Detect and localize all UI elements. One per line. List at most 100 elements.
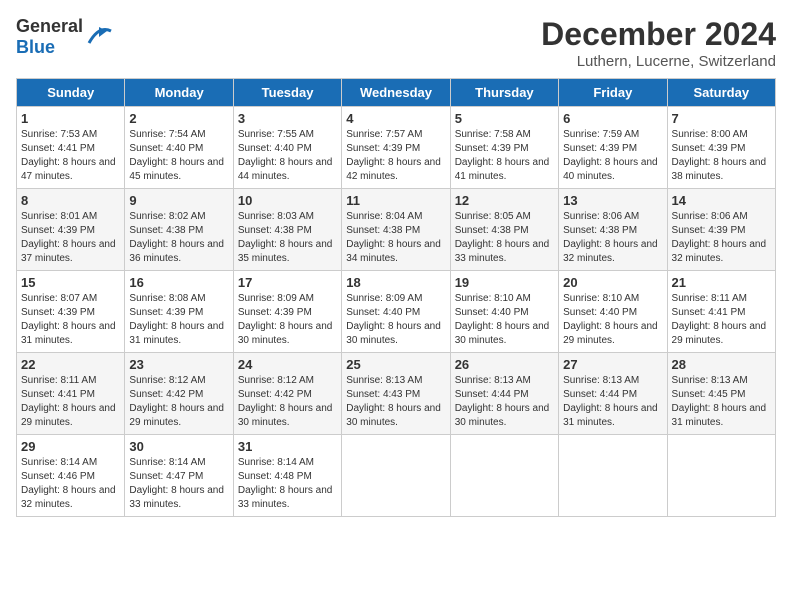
sunrise-label: Sunrise: 8:06 AM [672, 211, 748, 222]
sunrise-label: Sunrise: 8:13 AM [563, 375, 639, 386]
day-cell: 5 Sunrise: 7:58 AM Sunset: 4:39 PM Dayli… [450, 107, 558, 189]
sunset-label: Sunset: 4:39 PM [346, 143, 420, 154]
day-cell: 14 Sunrise: 8:06 AM Sunset: 4:39 PM Dayl… [667, 189, 775, 271]
daylight-label: Daylight: 8 hours and 30 minutes. [455, 321, 550, 346]
day-number: 20 [563, 275, 662, 290]
day-cell [342, 435, 450, 517]
day-cell: 4 Sunrise: 7:57 AM Sunset: 4:39 PM Dayli… [342, 107, 450, 189]
sunrise-label: Sunrise: 8:14 AM [238, 457, 314, 468]
sunrise-label: Sunrise: 8:07 AM [21, 293, 97, 304]
sunrise-label: Sunrise: 8:09 AM [346, 293, 422, 304]
col-friday: Friday [559, 79, 667, 107]
logo-text: General Blue [16, 16, 83, 58]
sunset-label: Sunset: 4:44 PM [563, 389, 637, 400]
day-cell: 8 Sunrise: 8:01 AM Sunset: 4:39 PM Dayli… [17, 189, 125, 271]
day-info: Sunrise: 8:08 AM Sunset: 4:39 PM Dayligh… [129, 292, 228, 348]
sunset-label: Sunset: 4:40 PM [455, 307, 529, 318]
day-cell: 15 Sunrise: 8:07 AM Sunset: 4:39 PM Dayl… [17, 271, 125, 353]
week-row-3: 15 Sunrise: 8:07 AM Sunset: 4:39 PM Dayl… [17, 271, 776, 353]
day-number: 21 [672, 275, 771, 290]
sunset-label: Sunset: 4:44 PM [455, 389, 529, 400]
day-info: Sunrise: 8:10 AM Sunset: 4:40 PM Dayligh… [563, 292, 662, 348]
day-number: 19 [455, 275, 554, 290]
day-number: 23 [129, 357, 228, 372]
sunrise-label: Sunrise: 8:10 AM [563, 293, 639, 304]
day-cell: 22 Sunrise: 8:11 AM Sunset: 4:41 PM Dayl… [17, 353, 125, 435]
day-info: Sunrise: 7:54 AM Sunset: 4:40 PM Dayligh… [129, 128, 228, 184]
day-number: 8 [21, 193, 120, 208]
col-wednesday: Wednesday [342, 79, 450, 107]
day-info: Sunrise: 7:59 AM Sunset: 4:39 PM Dayligh… [563, 128, 662, 184]
sunrise-label: Sunrise: 8:13 AM [672, 375, 748, 386]
day-number: 9 [129, 193, 228, 208]
day-cell: 7 Sunrise: 8:00 AM Sunset: 4:39 PM Dayli… [667, 107, 775, 189]
day-number: 7 [672, 111, 771, 126]
day-number: 3 [238, 111, 337, 126]
daylight-label: Daylight: 8 hours and 31 minutes. [129, 321, 224, 346]
day-cell: 29 Sunrise: 8:14 AM Sunset: 4:46 PM Dayl… [17, 435, 125, 517]
day-number: 22 [21, 357, 120, 372]
sunrise-label: Sunrise: 7:55 AM [238, 129, 314, 140]
logo-general: General [16, 16, 83, 36]
sunset-label: Sunset: 4:38 PM [346, 225, 420, 236]
day-cell [667, 435, 775, 517]
day-cell [450, 435, 558, 517]
daylight-label: Daylight: 8 hours and 31 minutes. [563, 403, 658, 428]
day-cell: 30 Sunrise: 8:14 AM Sunset: 4:47 PM Dayl… [125, 435, 233, 517]
sunrise-label: Sunrise: 7:58 AM [455, 129, 531, 140]
daylight-label: Daylight: 8 hours and 47 minutes. [21, 157, 116, 182]
day-info: Sunrise: 7:53 AM Sunset: 4:41 PM Dayligh… [21, 128, 120, 184]
day-cell: 9 Sunrise: 8:02 AM Sunset: 4:38 PM Dayli… [125, 189, 233, 271]
day-cell: 23 Sunrise: 8:12 AM Sunset: 4:42 PM Dayl… [125, 353, 233, 435]
day-number: 28 [672, 357, 771, 372]
sunset-label: Sunset: 4:42 PM [129, 389, 203, 400]
sunset-label: Sunset: 4:38 PM [563, 225, 637, 236]
sunrise-label: Sunrise: 8:14 AM [129, 457, 205, 468]
day-info: Sunrise: 8:14 AM Sunset: 4:48 PM Dayligh… [238, 456, 337, 512]
logo: General Blue [16, 16, 113, 58]
daylight-label: Daylight: 8 hours and 36 minutes. [129, 239, 224, 264]
day-cell: 26 Sunrise: 8:13 AM Sunset: 4:44 PM Dayl… [450, 353, 558, 435]
daylight-label: Daylight: 8 hours and 30 minutes. [455, 403, 550, 428]
day-cell: 27 Sunrise: 8:13 AM Sunset: 4:44 PM Dayl… [559, 353, 667, 435]
sunrise-label: Sunrise: 8:09 AM [238, 293, 314, 304]
day-info: Sunrise: 8:13 AM Sunset: 4:44 PM Dayligh… [563, 374, 662, 430]
sunset-label: Sunset: 4:47 PM [129, 471, 203, 482]
day-number: 2 [129, 111, 228, 126]
sunrise-label: Sunrise: 8:10 AM [455, 293, 531, 304]
sunset-label: Sunset: 4:39 PM [455, 143, 529, 154]
day-number: 31 [238, 439, 337, 454]
sunset-label: Sunset: 4:39 PM [563, 143, 637, 154]
day-info: Sunrise: 8:12 AM Sunset: 4:42 PM Dayligh… [238, 374, 337, 430]
day-info: Sunrise: 8:13 AM Sunset: 4:44 PM Dayligh… [455, 374, 554, 430]
day-info: Sunrise: 8:14 AM Sunset: 4:47 PM Dayligh… [129, 456, 228, 512]
sunrise-label: Sunrise: 8:12 AM [238, 375, 314, 386]
sunset-label: Sunset: 4:38 PM [238, 225, 312, 236]
daylight-label: Daylight: 8 hours and 29 minutes. [21, 403, 116, 428]
day-cell: 12 Sunrise: 8:05 AM Sunset: 4:38 PM Dayl… [450, 189, 558, 271]
day-info: Sunrise: 8:01 AM Sunset: 4:39 PM Dayligh… [21, 210, 120, 266]
day-number: 16 [129, 275, 228, 290]
calendar-body: 1 Sunrise: 7:53 AM Sunset: 4:41 PM Dayli… [17, 107, 776, 517]
col-tuesday: Tuesday [233, 79, 341, 107]
daylight-label: Daylight: 8 hours and 44 minutes. [238, 157, 333, 182]
month-title: December 2024 [541, 16, 776, 53]
day-cell: 10 Sunrise: 8:03 AM Sunset: 4:38 PM Dayl… [233, 189, 341, 271]
daylight-label: Daylight: 8 hours and 33 minutes. [238, 485, 333, 510]
day-cell: 17 Sunrise: 8:09 AM Sunset: 4:39 PM Dayl… [233, 271, 341, 353]
daylight-label: Daylight: 8 hours and 29 minutes. [563, 321, 658, 346]
daylight-label: Daylight: 8 hours and 40 minutes. [563, 157, 658, 182]
daylight-label: Daylight: 8 hours and 37 minutes. [21, 239, 116, 264]
day-cell: 28 Sunrise: 8:13 AM Sunset: 4:45 PM Dayl… [667, 353, 775, 435]
day-info: Sunrise: 8:07 AM Sunset: 4:39 PM Dayligh… [21, 292, 120, 348]
sunset-label: Sunset: 4:43 PM [346, 389, 420, 400]
sunset-label: Sunset: 4:40 PM [129, 143, 203, 154]
calendar-table: Sunday Monday Tuesday Wednesday Thursday… [16, 78, 776, 517]
daylight-label: Daylight: 8 hours and 41 minutes. [455, 157, 550, 182]
day-cell: 6 Sunrise: 7:59 AM Sunset: 4:39 PM Dayli… [559, 107, 667, 189]
day-cell: 21 Sunrise: 8:11 AM Sunset: 4:41 PM Dayl… [667, 271, 775, 353]
title-area: December 2024 Luthern, Lucerne, Switzerl… [541, 16, 776, 70]
daylight-label: Daylight: 8 hours and 30 minutes. [238, 403, 333, 428]
header-row: Sunday Monday Tuesday Wednesday Thursday… [17, 79, 776, 107]
day-cell: 16 Sunrise: 8:08 AM Sunset: 4:39 PM Dayl… [125, 271, 233, 353]
